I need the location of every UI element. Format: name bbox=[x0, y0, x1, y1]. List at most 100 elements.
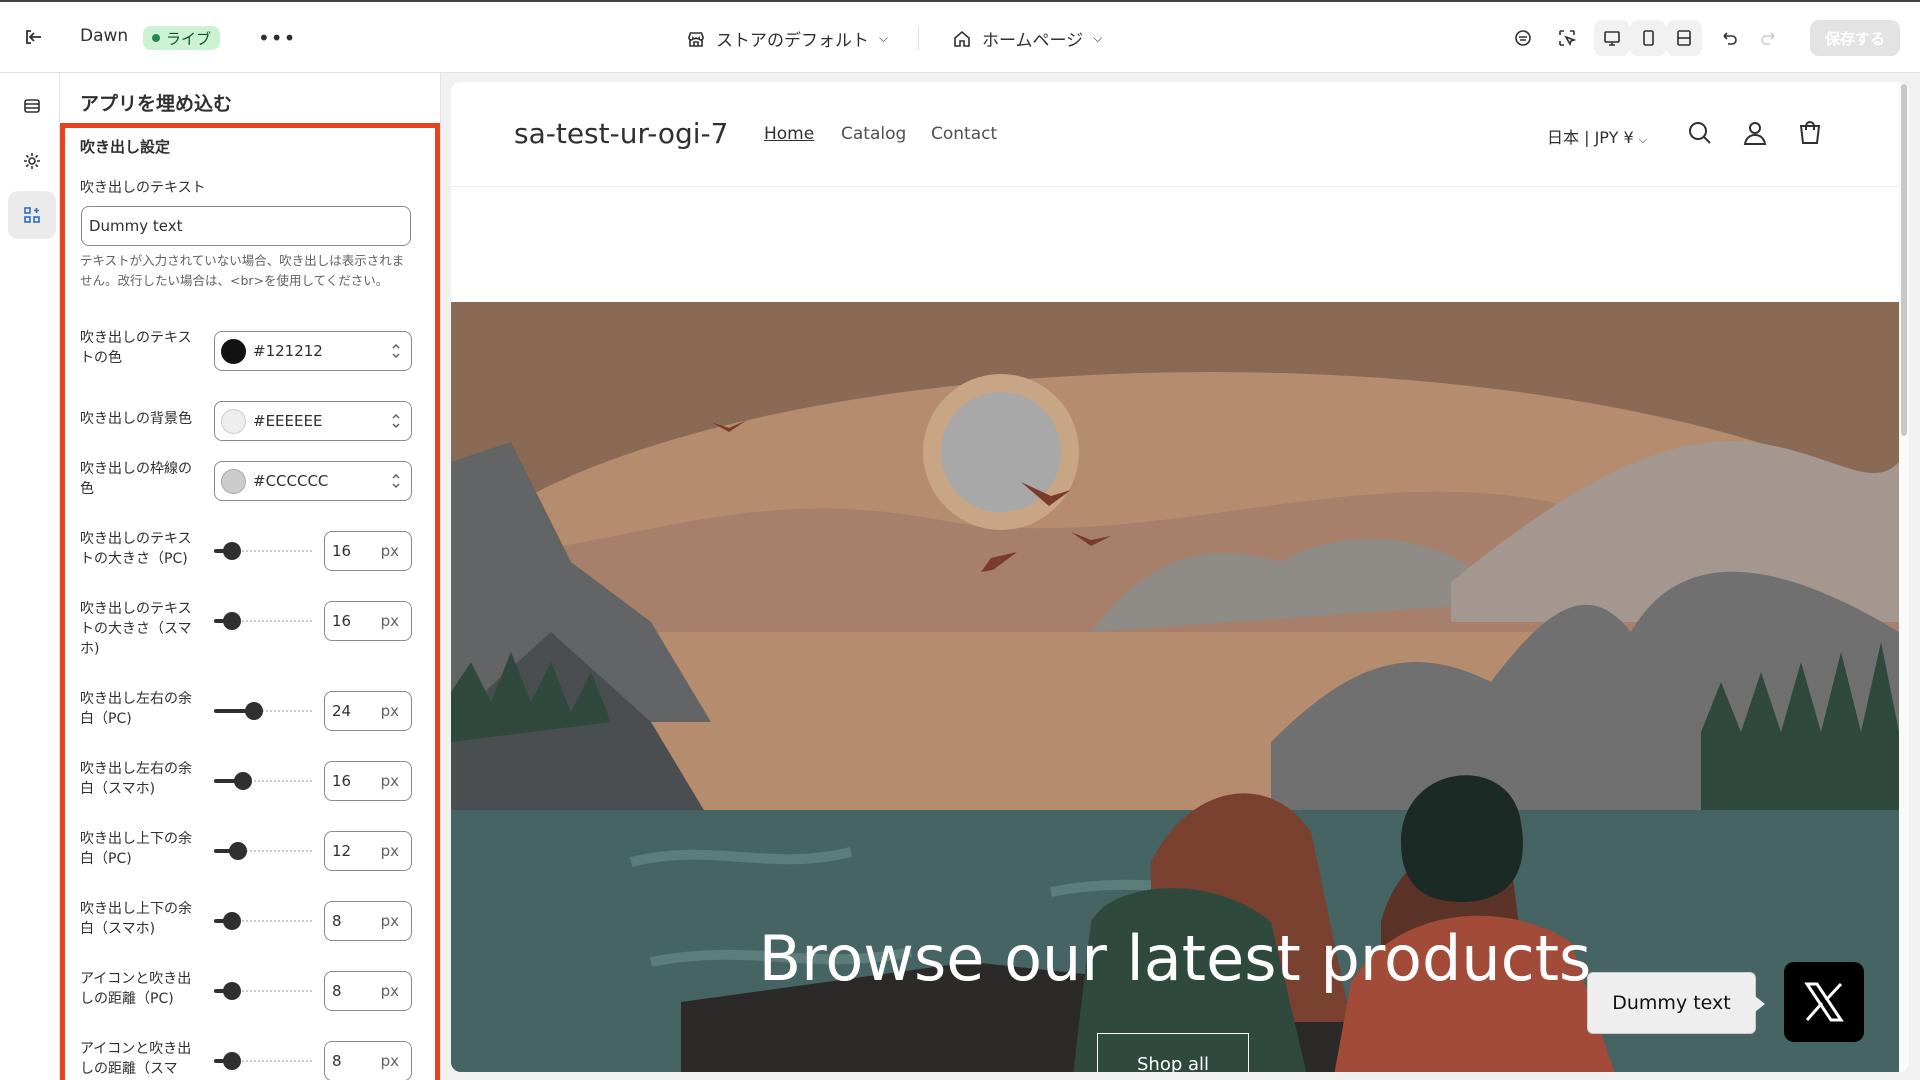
number-input[interactable]: 16 px bbox=[324, 761, 412, 801]
unit-label: px bbox=[380, 1052, 399, 1070]
x-logo-icon[interactable] bbox=[1784, 962, 1864, 1042]
number-value: 8 bbox=[332, 982, 342, 1000]
range-slider[interactable]: 12 px bbox=[214, 831, 414, 871]
desktop-view-icon[interactable] bbox=[1594, 20, 1630, 56]
number-value: 16 bbox=[332, 612, 352, 630]
number-input[interactable]: 8 px bbox=[324, 901, 412, 941]
save-button[interactable]: 保存する bbox=[1810, 20, 1900, 56]
chevron-down-icon: ⌵ bbox=[1093, 31, 1103, 45]
number-value: 16 bbox=[332, 542, 352, 560]
fullwidth-view-icon[interactable] bbox=[1666, 20, 1702, 56]
speech-bubble: Dummy text bbox=[1587, 972, 1765, 1034]
store-name[interactable]: sa-test-ur-ogi-7 bbox=[514, 117, 728, 150]
chevron-down-icon: ⌵ bbox=[1638, 133, 1648, 146]
editor-topbar: Dawn ライブ ••• ストアのデフォルト ⌵ ホームページ ⌵ 保存する bbox=[0, 0, 1920, 73]
app-embeds-icon[interactable] bbox=[8, 191, 56, 239]
slider-handle[interactable] bbox=[223, 982, 241, 1000]
page-selector[interactable]: ホームページ ⌵ bbox=[952, 26, 1102, 51]
range-label: 吹き出し左右の余白（スマホ) bbox=[80, 761, 192, 797]
range-slider[interactable]: 8 px bbox=[214, 971, 414, 1011]
color-label: 吹き出しの背景色 bbox=[80, 411, 192, 427]
range-slider[interactable]: 16 px bbox=[214, 601, 414, 641]
border-color-field[interactable]: #CCCCCC bbox=[214, 461, 412, 501]
range-slider[interactable]: 8 px bbox=[214, 1041, 414, 1080]
exit-icon[interactable] bbox=[22, 26, 44, 48]
search-icon[interactable] bbox=[1687, 120, 1713, 146]
slider-handle[interactable] bbox=[234, 772, 252, 790]
number-input[interactable]: 16 px bbox=[324, 601, 412, 641]
range-slider[interactable]: 24 px bbox=[214, 691, 414, 731]
bubble-text-input[interactable]: Dummy text bbox=[81, 206, 411, 246]
scrollbar-thumb[interactable] bbox=[1901, 84, 1907, 436]
chevron-down-icon: ⌵ bbox=[879, 31, 889, 45]
text-color-field[interactable]: #121212 bbox=[214, 331, 412, 371]
unit-label: px bbox=[380, 612, 399, 630]
slider-handle[interactable] bbox=[223, 912, 241, 930]
unit-label: px bbox=[380, 982, 399, 1000]
slider-handle[interactable] bbox=[223, 542, 241, 560]
more-actions-icon[interactable]: ••• bbox=[258, 26, 296, 50]
store-selector-label: ストアのデフォルト bbox=[716, 31, 869, 51]
mobile-view-icon[interactable] bbox=[1630, 20, 1666, 56]
preview-scrollbar[interactable] bbox=[1899, 82, 1909, 1072]
range-slider[interactable]: 16 px bbox=[214, 761, 414, 801]
slider-handle[interactable] bbox=[223, 612, 241, 630]
gear-icon[interactable] bbox=[8, 137, 56, 185]
live-dot-icon bbox=[152, 34, 160, 42]
unit-label: px bbox=[380, 842, 399, 860]
nav-home[interactable]: Home bbox=[764, 124, 814, 144]
shop-all-button[interactable]: Shop all bbox=[1097, 1033, 1249, 1072]
color-label: 吹き出しのテキストの色 bbox=[80, 330, 192, 366]
unit-label: px bbox=[380, 542, 399, 560]
color-label: 吹き出しの枠線の色 bbox=[80, 461, 192, 497]
hero-banner: Browse our latest products Shop all bbox=[451, 302, 1899, 1072]
number-input[interactable]: 8 px bbox=[324, 1041, 412, 1080]
panel-title: アプリを埋め込む bbox=[80, 93, 233, 115]
color-swatch[interactable] bbox=[221, 408, 246, 434]
number-value: 8 bbox=[332, 912, 342, 930]
number-input[interactable]: 24 px bbox=[324, 691, 412, 731]
page-selector-label: ホームページ bbox=[982, 31, 1084, 51]
number-input[interactable]: 8 px bbox=[324, 971, 412, 1011]
range-label: 吹き出しのテキストの大きさ（スマホ) bbox=[80, 601, 192, 657]
range-label: アイコンと吹き出しの距離（PC) bbox=[80, 971, 192, 1007]
select-element-icon[interactable] bbox=[1549, 20, 1585, 56]
cart-icon[interactable] bbox=[1797, 120, 1823, 146]
slider-handle[interactable] bbox=[229, 842, 247, 860]
color-swatch[interactable] bbox=[221, 468, 246, 494]
slider-handle[interactable] bbox=[223, 1052, 241, 1070]
color-swatch[interactable] bbox=[221, 338, 246, 364]
sections-icon[interactable] bbox=[8, 82, 56, 130]
home-icon bbox=[954, 30, 970, 47]
nav-catalog[interactable]: Catalog bbox=[841, 124, 906, 144]
live-label: ライブ bbox=[166, 29, 212, 48]
nav-contact[interactable]: Contact bbox=[931, 124, 997, 144]
settings-panel: アプリを埋め込む 吹き出し設定 吹き出しのテキスト Dummy text テキス… bbox=[60, 73, 441, 1080]
range-slider[interactable]: 8 px bbox=[214, 901, 414, 941]
number-value: 12 bbox=[332, 842, 352, 860]
range-label: 吹き出し左右の余白（PC) bbox=[80, 691, 192, 727]
inspector-icon[interactable] bbox=[1505, 20, 1541, 56]
currency-selector[interactable]: 日本 | JPY ¥ ⌵ bbox=[1547, 124, 1647, 148]
text-help: テキストが入力されていない場合、吹き出しは表示されません。改行したい場合は、<b… bbox=[80, 253, 405, 288]
store-selector[interactable]: ストアのデフォルト ⌵ bbox=[686, 26, 888, 51]
theme-name: Dawn bbox=[80, 26, 129, 46]
section-title: 吹き出し設定 bbox=[80, 138, 171, 156]
store-header: sa-test-ur-ogi-7 Home Catalog Contact 日本… bbox=[451, 82, 1899, 187]
live-badge: ライブ bbox=[143, 26, 221, 50]
redo-icon[interactable] bbox=[1751, 20, 1787, 56]
range-label: 吹き出し上下の余白（スマホ) bbox=[80, 901, 192, 937]
background-color-field[interactable]: #EEEEEE bbox=[214, 401, 412, 441]
account-icon[interactable] bbox=[1742, 120, 1768, 146]
stepper-icon bbox=[392, 343, 400, 359]
range-label: 吹き出しのテキストの大きさ（PC) bbox=[80, 531, 192, 567]
unit-label: px bbox=[380, 702, 399, 720]
range-slider[interactable]: 16 px bbox=[214, 531, 414, 571]
stepper-icon bbox=[392, 413, 400, 429]
slider-handle[interactable] bbox=[245, 702, 263, 720]
divider bbox=[918, 26, 919, 50]
number-input[interactable]: 16 px bbox=[324, 531, 412, 571]
number-value: 24 bbox=[332, 702, 352, 720]
number-input[interactable]: 12 px bbox=[324, 831, 412, 871]
undo-icon[interactable] bbox=[1711, 20, 1747, 56]
